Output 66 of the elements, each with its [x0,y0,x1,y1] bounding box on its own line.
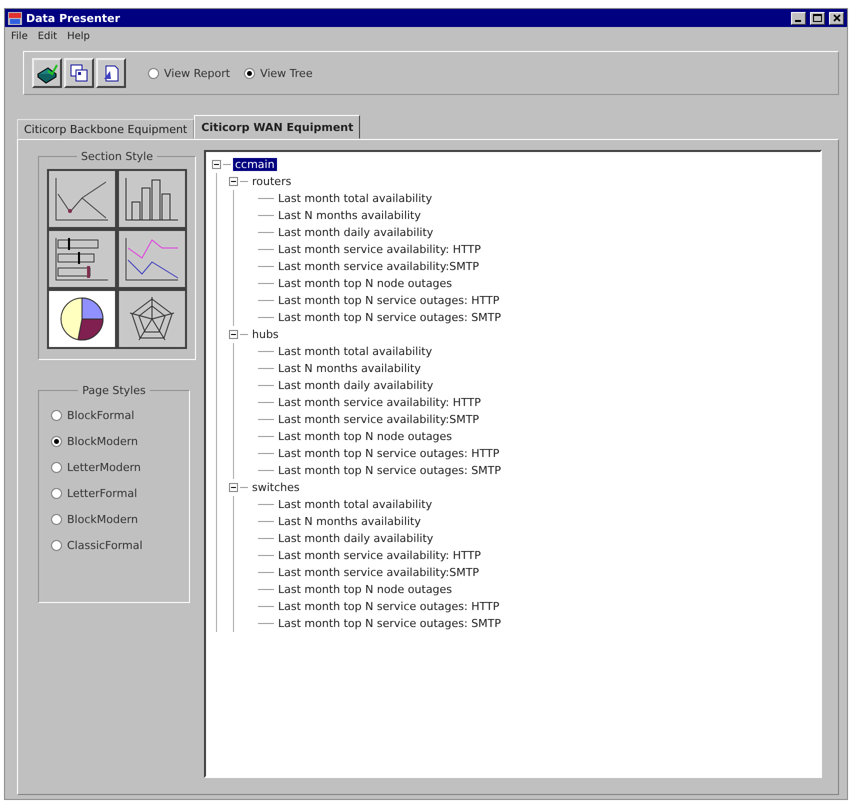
chart-style-button[interactable] [117,289,187,349]
collapse-icon[interactable] [229,177,238,186]
minimize-button[interactable] [791,12,806,24]
close-icon [832,14,840,22]
chart-style-button[interactable] [117,169,187,229]
tree-node[interactable]: Last month service availability:SMTP [276,413,482,426]
page-style-radio[interactable]: BlockModern [51,513,177,526]
tab[interactable]: Citicorp WAN Equipment [194,115,360,139]
tree-node[interactable]: Last month top N service outages: SMTP [276,464,504,477]
tree-node[interactable]: Last month service availability: HTTP [276,549,483,562]
collapse-icon[interactable] [229,483,238,492]
chart-style-button[interactable] [47,289,117,349]
copy-icon [69,63,89,83]
tree-node[interactable]: Last month top N service outages: HTTP [276,447,502,460]
tree-node[interactable]: Last month total availability [276,498,434,511]
tree-node[interactable]: ccmain [233,158,277,171]
page-style-radio[interactable]: ClassicFormal [51,539,177,552]
tree-node[interactable]: Last month service availability:SMTP [276,566,482,579]
close-button[interactable] [829,12,844,24]
tree-node[interactable]: Last month daily availability [276,379,436,392]
chart-style-button[interactable] [47,229,117,289]
tree-node[interactable]: routers [250,175,294,188]
page-style-radio[interactable]: LetterModern [51,461,177,474]
tree-node[interactable]: Last month top N node outages [276,430,454,443]
group-title: Section Style [80,150,154,163]
app-icon [8,12,22,24]
tree-node[interactable]: Last month service availability: HTTP [276,243,483,256]
view-radio[interactable]: View Report [148,66,230,80]
page-style-radio[interactable]: BlockModern [51,435,177,448]
tree-node[interactable]: Last month top N node outages [276,277,454,290]
tree-node[interactable]: Last month daily availability [276,226,436,239]
group-title: Page Styles [81,384,147,397]
tree-node[interactable]: Last month service availability:SMTP [276,260,482,273]
page-style-radio[interactable]: BlockFormal [51,409,177,422]
maximize-icon [813,14,822,22]
menu-item[interactable]: Edit [38,30,58,42]
tab[interactable]: Citicorp Backbone Equipment [17,119,194,139]
tree-node[interactable]: Last month top N service outages: HTTP [276,294,502,307]
document-icon [101,63,121,83]
tree-node[interactable]: Last month top N service outages: SMTP [276,311,504,324]
tree-node[interactable]: Last month total availability [276,192,434,205]
tree-node[interactable]: switches [250,481,302,494]
toolbar-button[interactable] [32,58,62,88]
chart-style-button[interactable] [47,169,117,229]
tree-node[interactable]: Last month top N service outages: SMTP [276,617,504,630]
tree-node[interactable]: hubs [250,328,281,341]
tree-node[interactable]: Last N months availability [276,209,423,222]
toolbar-button[interactable] [96,58,126,88]
menu-item[interactable]: File [11,30,28,42]
page-style-radio[interactable]: LetterFormal [51,487,177,500]
tree-node[interactable]: Last N months availability [276,362,423,375]
tree-node[interactable]: Last month top N node outages [276,583,454,596]
tree-node[interactable]: Last month top N service outages: HTTP [276,600,502,613]
maximize-button[interactable] [810,12,825,24]
tree-node[interactable]: Last month total availability [276,345,434,358]
collapse-icon[interactable] [229,330,238,339]
window-title: Data Presenter [26,12,121,24]
disk-icon [36,62,58,84]
collapse-icon[interactable] [212,160,221,169]
tree-node[interactable]: Last month daily availability [276,532,436,545]
view-radio[interactable]: View Tree [244,66,313,80]
menu-item[interactable]: Help [67,30,90,42]
tree-node[interactable]: Last month service availability: HTTP [276,396,483,409]
chart-style-button[interactable] [117,229,187,289]
toolbar-button[interactable] [64,58,94,88]
tree-node[interactable]: Last N months availability [276,515,423,528]
